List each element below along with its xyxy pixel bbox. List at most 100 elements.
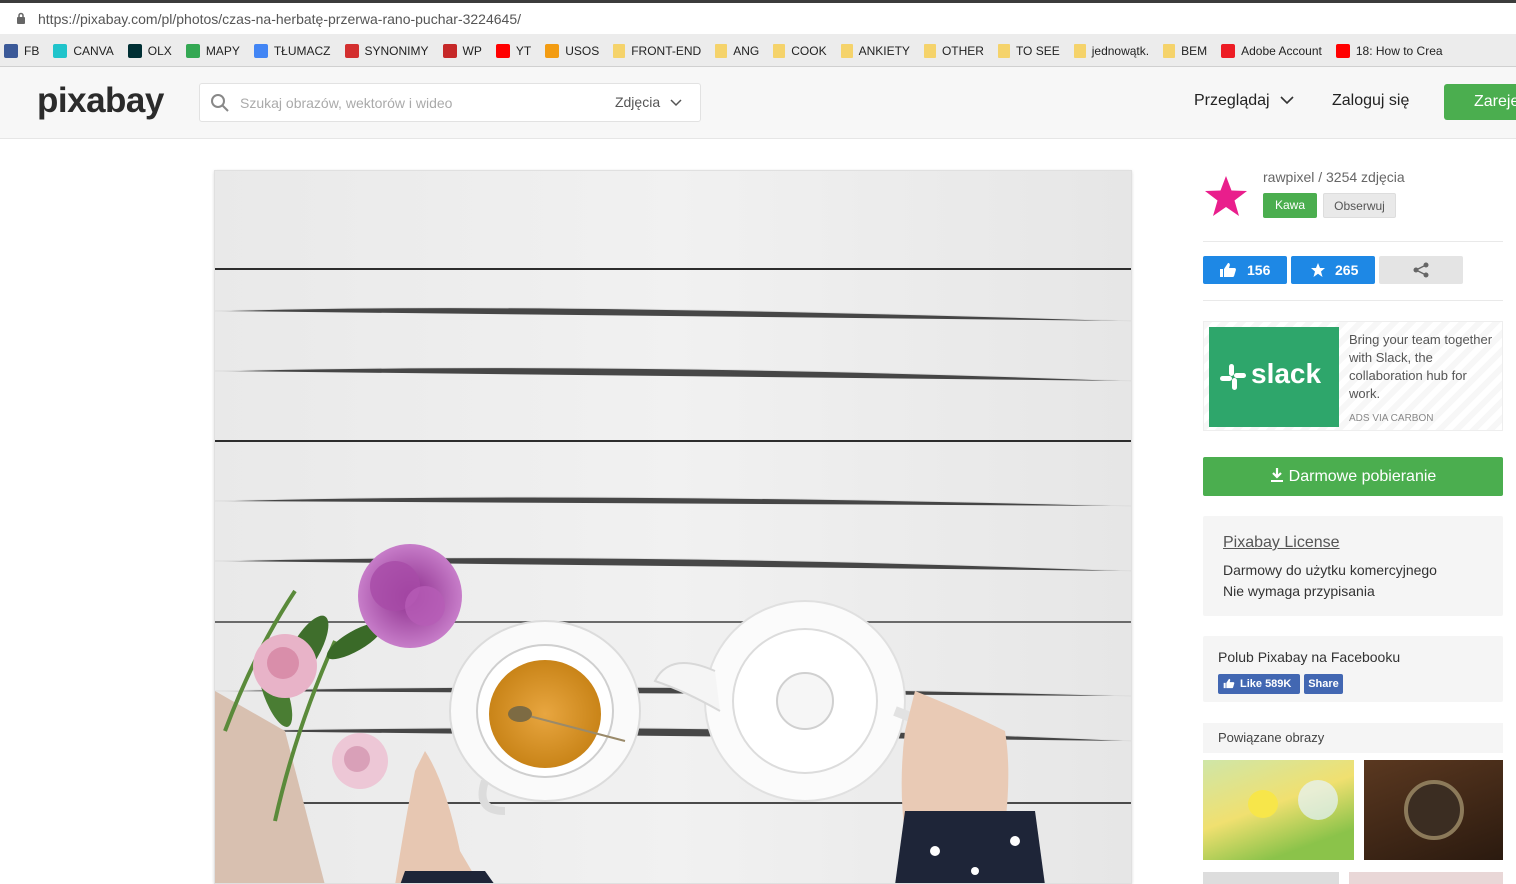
bookmark-label: FRONT-END (631, 43, 702, 58)
bookmark-label: WP (462, 43, 482, 58)
glass-shape (1298, 780, 1338, 820)
lock-icon (17, 12, 25, 24)
usos-icon (545, 43, 560, 58)
search-bar[interactable]: Szukaj obrazów, wektorów i wideo Zdjęcia (199, 83, 701, 122)
chevron-down-icon (670, 99, 682, 107)
folder-icon (613, 43, 626, 58)
lemon-drink-shape (1248, 790, 1278, 818)
youtube-icon (495, 43, 510, 58)
bookmark-label: BEM (1181, 43, 1208, 58)
thumbs-up-icon (1220, 263, 1236, 277)
login-link[interactable]: Zaloguj się (1332, 92, 1409, 110)
license-link[interactable]: Pixabay License (1223, 534, 1340, 552)
follow-button[interactable]: Obserwuj (1323, 193, 1396, 218)
share-button[interactable] (1379, 256, 1463, 284)
share-icon (1413, 262, 1429, 278)
author-avatar-star-icon[interactable] (1203, 174, 1249, 218)
ads-via-carbon-link[interactable]: ADS VIA CARBON (1349, 413, 1433, 424)
tea-photo-illustration (215, 171, 1131, 883)
bookmark-item[interactable]: COOK (773, 34, 827, 66)
search-category-dropdown[interactable]: Zdjęcia (615, 94, 682, 110)
facebook-share-button[interactable]: Share (1304, 674, 1343, 694)
bookmark-item[interactable]: OLX (127, 34, 172, 66)
bookmark-item[interactable]: FRONT-END (613, 34, 702, 66)
register-button[interactable]: Zareje (1444, 84, 1516, 120)
pocket-watch-shape (1404, 780, 1464, 840)
search-icon (211, 94, 229, 112)
maps-icon (185, 43, 200, 58)
bookmark-label: SYNONIMY (364, 43, 429, 58)
translate-icon (253, 43, 268, 58)
bookmark-label: USOS (565, 43, 600, 58)
bookmark-label: jednowątk. (1091, 43, 1150, 58)
slack-ad-image[interactable]: slack (1209, 327, 1339, 427)
bookmark-item[interactable]: TO SEE (997, 34, 1060, 66)
bookmark-label: MAPY (205, 43, 240, 58)
download-icon (1270, 468, 1283, 482)
related-image-thumbnail[interactable] (1203, 872, 1339, 884)
coffee-button[interactable]: Kawa (1263, 193, 1317, 218)
bookmark-item[interactable]: YT (495, 34, 532, 66)
folder-icon (773, 43, 786, 58)
related-image-thumbnail[interactable] (1203, 760, 1354, 860)
adobe-icon (1221, 43, 1236, 58)
olx-icon (127, 43, 142, 58)
bookmark-label: TŁUMACZ (273, 43, 331, 58)
facebook-widget-title: Polub Pixabay na Facebooku (1218, 649, 1401, 665)
bookmark-item[interactable]: Adobe Account (1221, 34, 1322, 66)
bookmark-label: OTHER (941, 43, 984, 58)
bookmark-item[interactable]: SYNONIMY (344, 34, 429, 66)
bookmark-label: Adobe Account (1241, 43, 1322, 58)
slack-brand-text: slack (1251, 358, 1322, 389)
main-photo[interactable] (214, 170, 1132, 884)
bookmark-item[interactable]: ANG (715, 34, 760, 66)
bookmark-label: 18: How to Crea (1355, 43, 1443, 58)
bookmark-item[interactable]: TŁUMACZ (253, 34, 331, 66)
bookmark-item[interactable]: CANVA (53, 34, 114, 66)
bookmark-item[interactable]: WP (442, 34, 482, 66)
related-images-title: Powiązane obrazy (1218, 730, 1325, 745)
bookmark-label: FB (24, 43, 40, 58)
browse-menu[interactable]: Przeglądaj (1194, 92, 1294, 110)
folder-icon (1073, 43, 1086, 58)
slack-logo-icon (1220, 364, 1246, 390)
carbon-ad[interactable]: slack Bring your team together with Slac… (1203, 321, 1503, 431)
license-line-attribution: Nie wymaga przypisania (1223, 583, 1375, 599)
favorite-count: 265 (1335, 262, 1359, 278)
search-input[interactable]: Szukaj obrazów, wektorów i wideo (240, 95, 452, 111)
bookmark-item[interactable]: FB (4, 34, 40, 66)
author-name[interactable]: rawpixel / 3254 zdjęcia (1263, 169, 1405, 185)
download-label: Darmowe pobieranie (1288, 468, 1437, 485)
like-button[interactable]: 156 (1203, 256, 1287, 284)
bookmark-label: OLX (147, 43, 172, 58)
bookmark-item[interactable]: OTHER (923, 34, 984, 66)
ad-text[interactable]: Bring your team together with Slack, the… (1349, 331, 1499, 403)
bookmark-label: YT (515, 43, 532, 58)
wp-icon (442, 43, 457, 58)
bookmark-item[interactable]: MAPY (185, 34, 240, 66)
bookmark-item[interactable]: USOS (545, 34, 600, 66)
folder-icon (840, 43, 853, 58)
url-text[interactable]: https://pixabay.com/pl/photos/czas-na-he… (38, 11, 521, 27)
bookmark-item[interactable]: BEM (1163, 34, 1208, 66)
bookmark-item[interactable]: jednowątk. (1073, 34, 1150, 66)
facebook-like-button[interactable]: Like 589K (1218, 674, 1300, 694)
bookmarks-bar: FB CANVA OLX MAPY TŁUMACZ SYNONIMY WP YT USOS FRO… (0, 34, 1516, 67)
divider (1203, 241, 1503, 242)
favorite-button[interactable]: 265 (1291, 256, 1375, 284)
bookmark-label: ANKIETY (858, 43, 910, 58)
browser-address-bar[interactable]: https://pixabay.com/pl/photos/czas-na-he… (0, 0, 1516, 34)
license-line-commercial: Darmowy do użytku komercyjnego (1223, 562, 1437, 578)
license-box: Pixabay License Darmowy do użytku komerc… (1203, 516, 1503, 616)
related-image-thumbnail[interactable] (1364, 760, 1503, 860)
bookmark-label: ANG (733, 43, 760, 58)
free-download-button[interactable]: Darmowe pobieranie (1203, 457, 1503, 496)
pixabay-logo[interactable]: pixabay (37, 81, 164, 121)
facebook-thumb-icon (1223, 678, 1235, 689)
related-images-header: Powiązane obrazy (1203, 723, 1503, 753)
related-image-thumbnail[interactable] (1349, 872, 1503, 884)
bookmark-item[interactable]: 18: How to Crea (1335, 34, 1443, 66)
star-icon (1311, 263, 1325, 277)
bookmark-item[interactable]: ANKIETY (840, 34, 910, 66)
facebook-widget: Polub Pixabay na Facebooku Like 589K Sha… (1203, 636, 1503, 702)
